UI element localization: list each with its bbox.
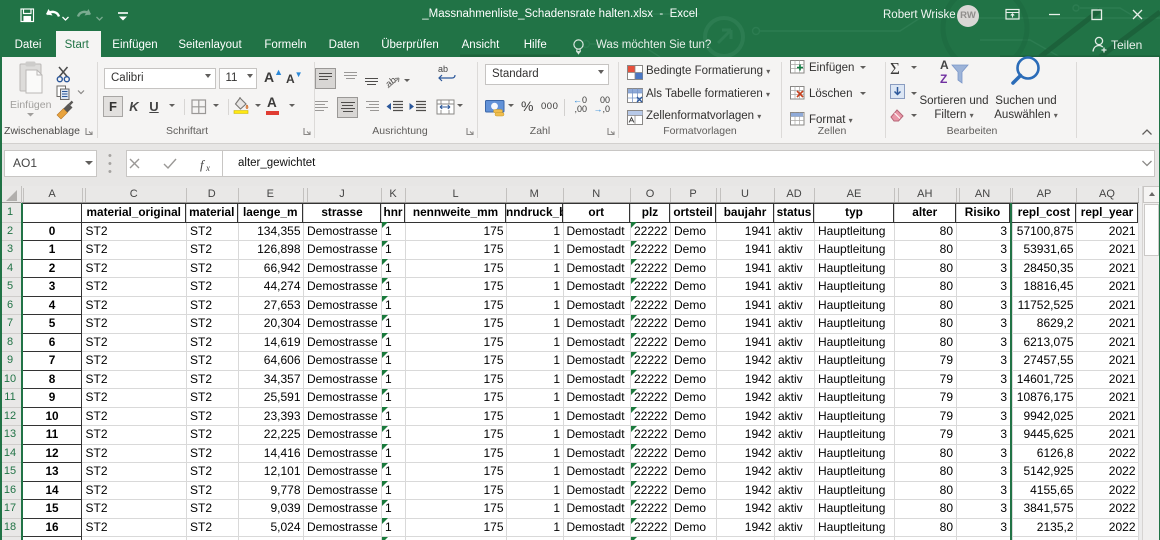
svg-text:ab: ab: [384, 75, 399, 90]
svg-text:A: A: [940, 58, 949, 72]
svg-text:Einfügen: Einfügen: [10, 99, 52, 111]
svg-text:ab: ab: [438, 64, 448, 74]
svg-text:Z: Z: [940, 72, 947, 86]
svg-text:x: x: [205, 163, 210, 172]
